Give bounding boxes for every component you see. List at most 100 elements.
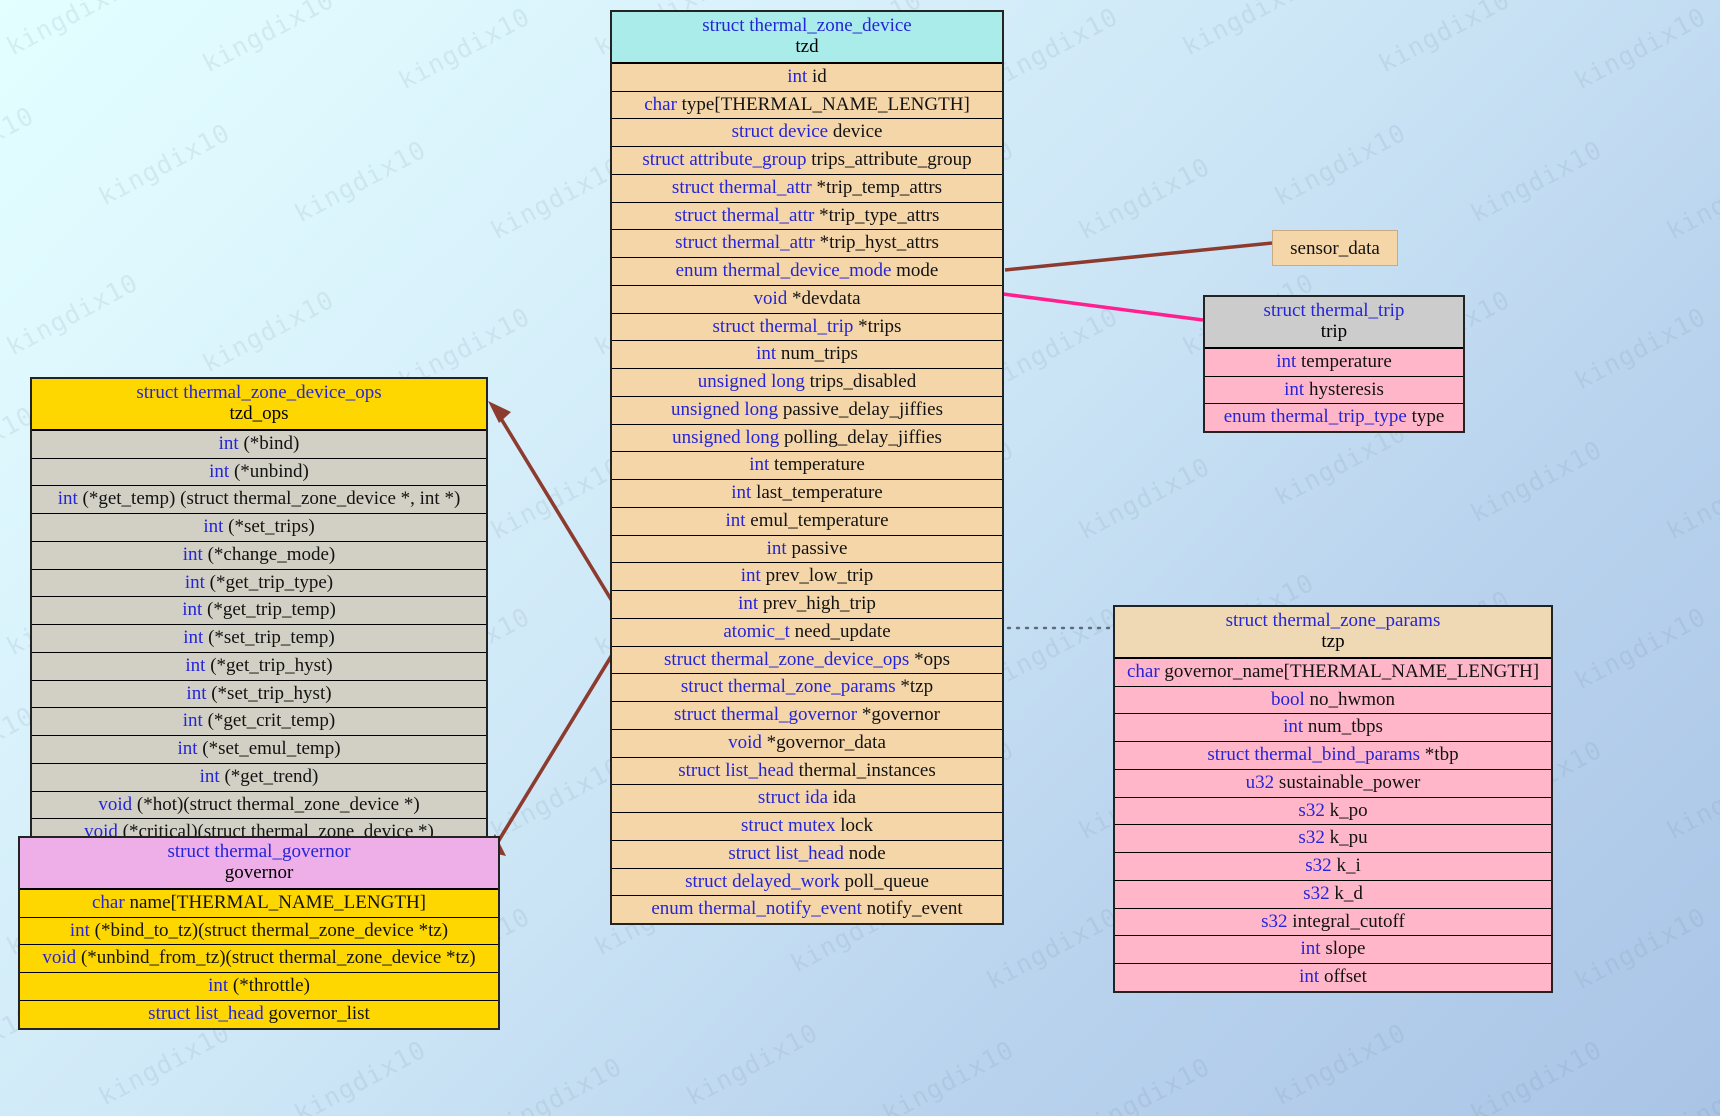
field-type: void [98,793,133,815]
field-type: struct delayed_work [685,870,840,892]
field-name: prev_high_trip [758,593,876,615]
struct-field-row: s32 k_pu [1115,825,1551,854]
field-type: int [1300,938,1321,960]
field-name: governor_name[THERMAL_NAME_LENGTH] [1159,660,1540,682]
field-name: *governor [857,704,940,726]
field-type: char [644,93,677,115]
field-type: unsigned long [671,398,779,420]
field-type: s32 [1261,910,1288,932]
struct-name: struct thermal_zone_params [1225,610,1441,631]
struct-field-row: atomic_t need_update [612,618,1002,647]
struct-var-name: trip [1320,321,1348,343]
watermark-text: kingdix10 [197,284,339,379]
watermark-text: kingdix10 [197,0,339,79]
struct-field-row: struct thermal_zone_params *tzp [612,674,1002,703]
field-type: struct thermal_trip [712,315,854,337]
field-type: int [185,654,206,676]
struct-var-name: governor [224,862,294,884]
struct-field-row: unsigned long polling_delay_jiffies [612,424,1002,453]
struct-field-row: char governor_name[THERMAL_NAME_LENGTH] [1115,658,1551,687]
sensor-data-box[interactable]: sensor_data [1272,230,1398,266]
field-type: struct ida [757,787,829,809]
struct-field-row: s32 k_i [1115,853,1551,881]
field-name: (*bind) [238,432,300,454]
watermark-text: kingdix10 [1269,117,1411,212]
field-type: struct thermal_zone_device_ops [664,648,910,670]
struct-header-thermal-zone-device: struct thermal_zone_device tzd [612,12,1002,64]
struct-field-row: int (*unbind) [32,458,486,487]
struct-name: struct thermal_zone_device_ops [136,382,382,403]
struct-field-row: s32 integral_cutoff [1115,908,1551,937]
struct-field-row: struct thermal_attr *trip_hyst_attrs [612,230,1002,259]
field-type: s32 [1298,827,1325,849]
field-type: struct mutex [741,815,836,837]
field-type: enum thermal_trip_type [1223,406,1407,428]
struct-field-list-trip: int temperature int hysteresis enum therma… [1205,348,1463,432]
struct-field-row: int temperature [1205,348,1463,377]
struct-var-name: tzd_ops [229,403,289,425]
struct-box-thermal-zone-device-ops[interactable]: struct thermal_zone_device_ops tzd_ops i… [30,377,488,849]
field-name: offset [1319,966,1367,988]
struct-field-row: int (*set_emul_temp) [32,736,486,764]
field-type: struct thermal_attr [675,232,815,254]
struct-box-thermal-zone-device[interactable]: struct thermal_zone_device tzd int id cha… [610,10,1004,926]
field-name: emul_temperature [745,509,889,531]
struct-field-row: s32 k_d [1115,880,1551,909]
struct-field-row: int emul_temperature [612,507,1002,536]
struct-box-thermal-zone-params[interactable]: struct thermal_zone_params tzp char gove… [1113,605,1553,993]
field-name: (*set_trip_hyst) [206,682,332,704]
field-type: int [182,710,203,732]
watermark-text: kingdix10 [681,1017,823,1112]
struct-field-row: int (*get_temp) (struct thermal_zone_dev… [32,486,486,515]
struct-field-row: struct thermal_trip *trips [612,313,1002,342]
struct-box-thermal-governor[interactable]: struct thermal_governor governor char na… [18,836,500,1030]
struct-field-row: struct list_head thermal_instances [612,757,1002,786]
struct-field-row: int (*change_mode) [32,541,486,570]
struct-box-thermal-trip[interactable]: struct thermal_trip trip int temperature… [1203,295,1465,434]
struct-field-row: u32 sustainable_power [1115,769,1551,798]
struct-field-row: int (*get_trip_type) [32,569,486,598]
field-name: need_update [789,620,891,642]
field-type: int [208,975,229,997]
struct-field-row: int (*bind) [32,430,486,459]
field-name: *trip_temp_attrs [811,176,943,198]
watermark-text: kingdix10 [1661,1051,1720,1116]
field-type: int [731,482,752,504]
diagram-canvas: kingdix10 kingdix10 kingdix10 kingdix10 king… [0,0,1720,1116]
struct-header-thermal-governor: struct thermal_governor governor [20,838,498,890]
field-name: governor_list [263,1002,370,1024]
struct-field-row: bool no_hwmon [1115,686,1551,715]
struct-field-row: int last_temperature [612,480,1002,508]
field-type: void [728,731,762,753]
field-name: (*set_trip_temp) [203,627,335,649]
field-name: id [807,65,827,87]
struct-field-row: unsigned long passive_delay_jiffies [612,396,1002,425]
struct-field-row: enum thermal_trip_type type [1205,404,1463,432]
watermark-text: kingdix10 [1,267,143,362]
struct-field-row: void *governor_data [612,729,1002,758]
watermark-text: kingdix10 [485,751,627,846]
field-name: name[THERMAL_NAME_LENGTH] [124,891,426,913]
field-name: hysteresis [1304,378,1384,400]
struct-field-row: int temperature [612,452,1002,481]
struct-field-list-ops: int (*bind) int (*unbind) int (*get_temp) … [32,430,486,847]
field-name: k_d [1329,882,1363,904]
struct-header-thermal-zone-device-ops: struct thermal_zone_device_ops tzd_ops [32,379,486,431]
field-name: (*get_trip_type) [204,571,334,593]
field-name: temperature [1296,350,1392,372]
field-name: passive [786,537,848,559]
struct-field-row: int num_trips [612,341,1002,370]
field-type: struct thermal_attr [671,176,812,198]
struct-field-row: struct attribute_group trips_attribute_g… [612,147,1002,175]
watermark-text: kingdix10 [877,1034,1019,1116]
connector-trips-thermaltrip [1002,292,1204,322]
struct-field-row: struct thermal_governor *governor [612,702,1002,730]
field-type: int [740,565,761,587]
connector-governor-arrow-line [494,654,614,846]
struct-field-row: s32 k_po [1115,797,1551,826]
struct-field-row: enum thermal_notify_event notify_event [612,896,1002,924]
struct-field-row: int id [612,63,1002,92]
field-type: struct list_head [728,842,844,864]
watermark-text: kingdix10 [1373,0,1515,79]
field-type: s32 [1305,855,1332,877]
